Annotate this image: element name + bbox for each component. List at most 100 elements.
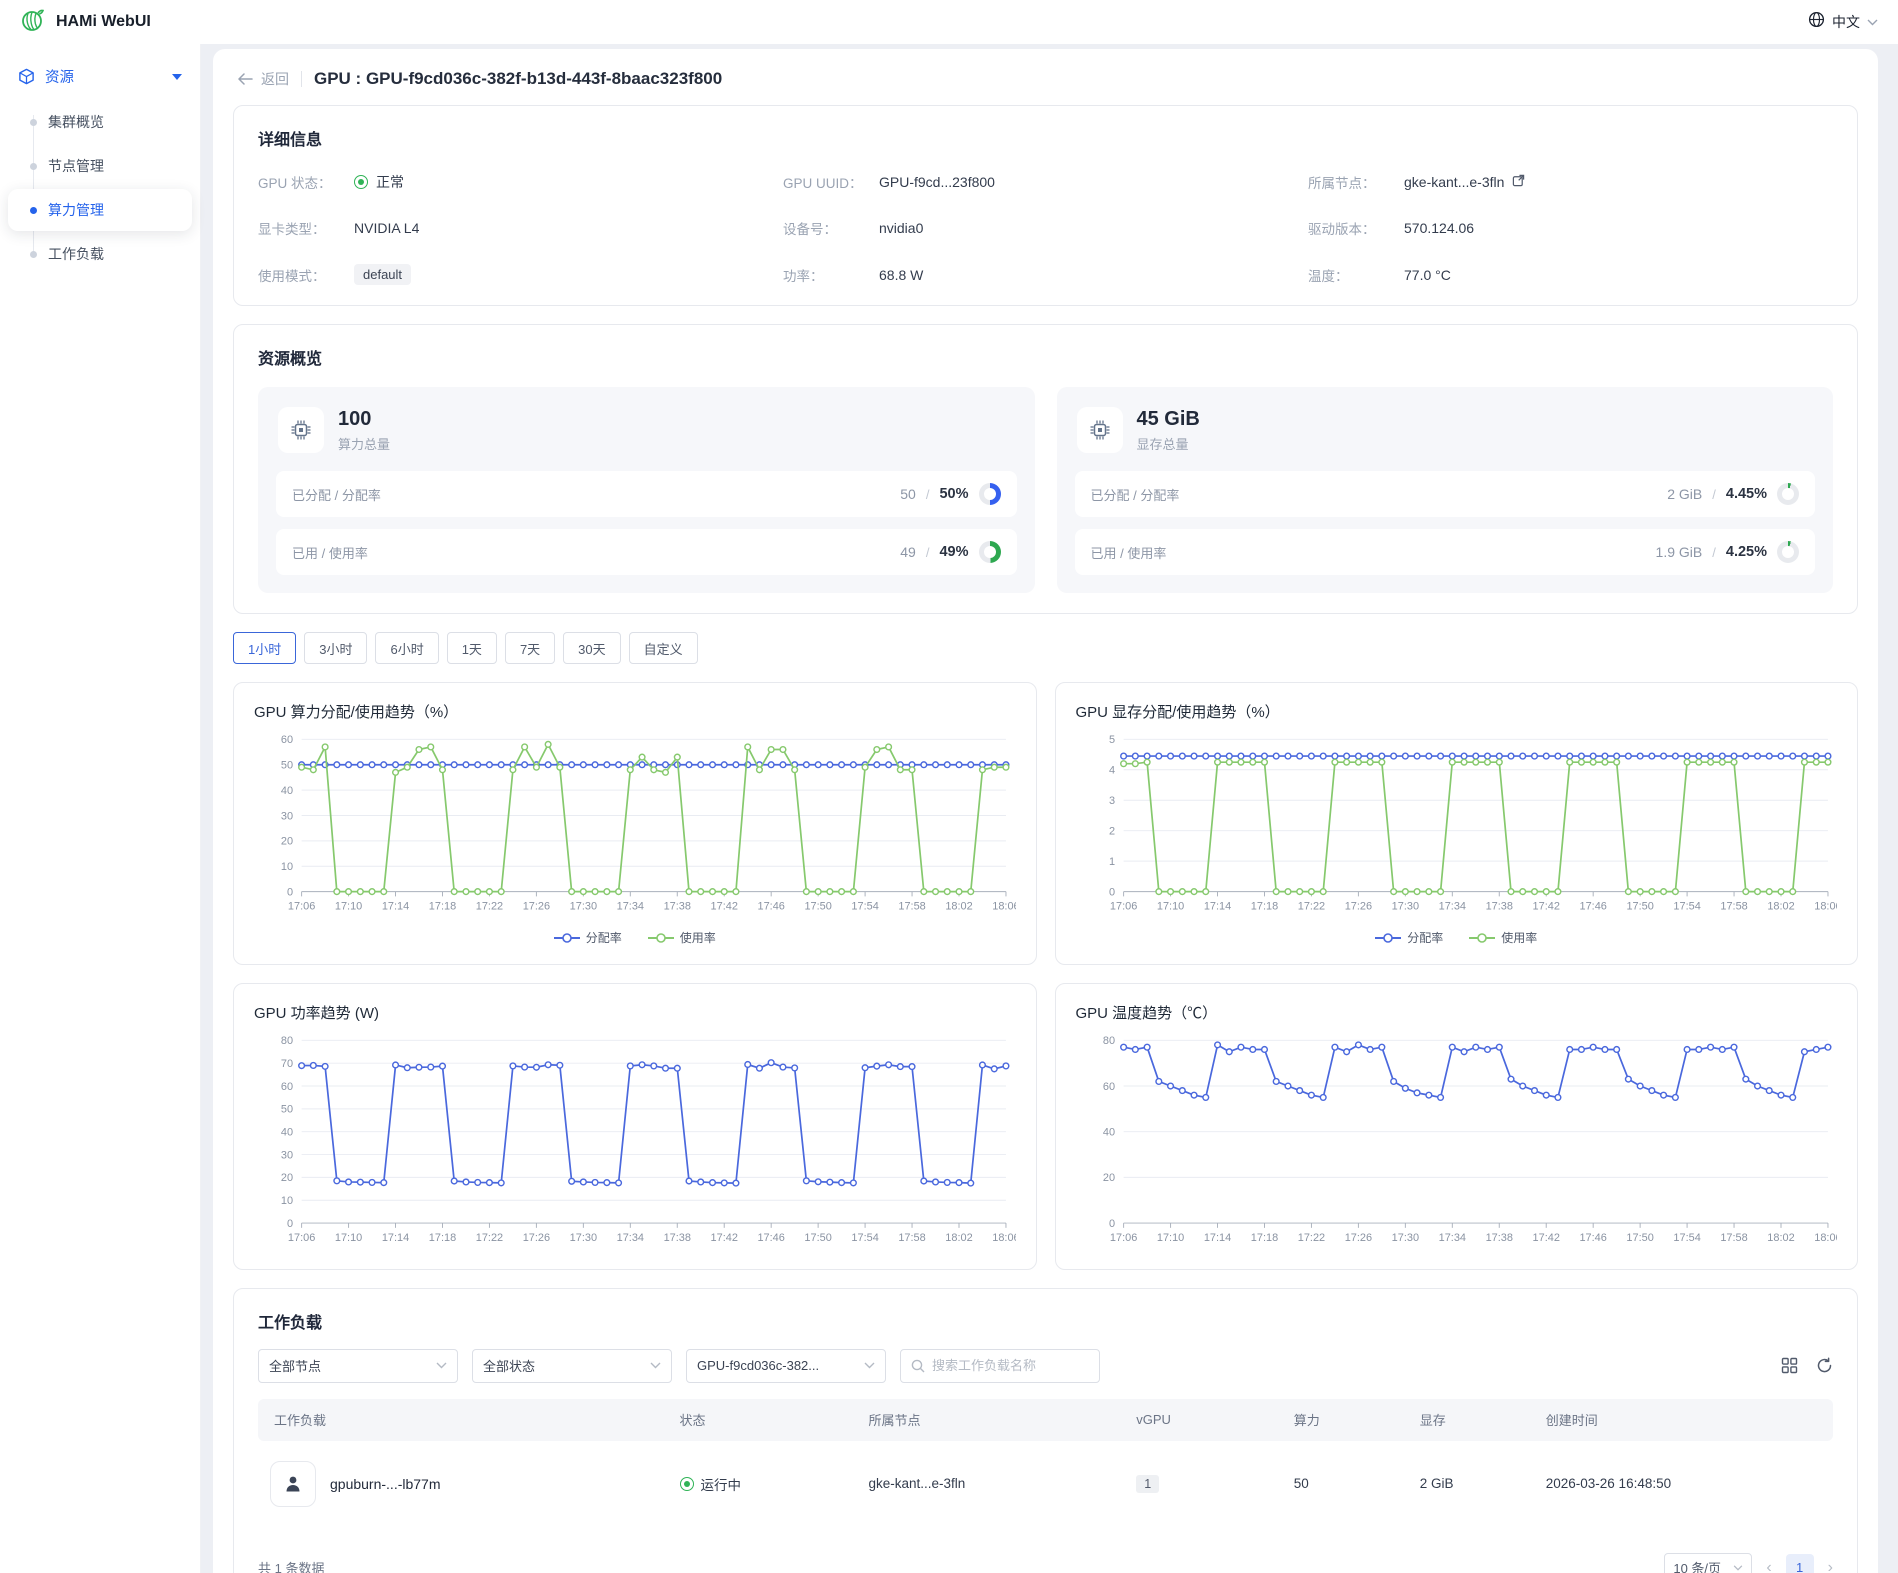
metric-value-group: 1.9 GiB/4.25%: [1656, 541, 1799, 563]
svg-text:0: 0: [1108, 1218, 1114, 1230]
next-page-button[interactable]: ›: [1828, 1560, 1833, 1573]
svg-text:17:54: 17:54: [851, 901, 878, 913]
refresh-icon[interactable]: [1816, 1357, 1833, 1374]
language-switcher[interactable]: 中文: [1808, 11, 1878, 33]
legend-item-分配率[interactable]: 分配率: [1375, 929, 1443, 946]
svg-text:17:46: 17:46: [1579, 901, 1606, 913]
chevron-down-icon: [436, 1362, 447, 1369]
workload-name[interactable]: gpuburn-...-lb77m: [330, 1476, 441, 1492]
overview-metric-row: 已用 / 使用率49/49%: [276, 529, 1017, 575]
overview-metric-row: 已用 / 使用率 1.9 GiB/4.25%: [1075, 529, 1816, 575]
time-tab-1[interactable]: 1小时: [233, 632, 296, 664]
status-group: 运行中: [680, 1474, 845, 1494]
page-number-1[interactable]: 1: [1786, 1554, 1814, 1573]
sidebar-item-label: 集群概览: [48, 112, 104, 132]
vgpu-cell: 1: [1124, 1441, 1282, 1527]
item-dot-icon: [30, 207, 37, 214]
detail-field: 所属节点：gke-kant...e-3fln: [1308, 172, 1833, 192]
metric-value: 50: [900, 486, 916, 502]
field-value: 77.0 °C: [1404, 267, 1451, 283]
svg-text:17:38: 17:38: [664, 901, 691, 913]
gpu-filter-value: GPU-f9cd036c-382...: [697, 1358, 819, 1373]
field-value: gke-kant...e-3fln: [1404, 174, 1525, 190]
table-toolbar: [1781, 1357, 1833, 1374]
table-row[interactable]: gpuburn-...-lb77m运行中gke-kant...e-3fln150…: [258, 1441, 1833, 1527]
svg-text:1: 1: [1108, 856, 1114, 868]
time-tab-7[interactable]: 自定义: [629, 632, 698, 664]
header-divider: [301, 71, 302, 87]
svg-text:17:26: 17:26: [523, 901, 550, 913]
svg-text:17:50: 17:50: [1626, 901, 1653, 913]
brand: HAMi WebUI: [20, 7, 151, 38]
column-settings-icon[interactable]: [1781, 1357, 1798, 1374]
sidebar-item-1[interactable]: 集群概览: [8, 101, 192, 143]
svg-text:18:02: 18:02: [945, 901, 972, 913]
time-tab-6[interactable]: 30天: [563, 632, 620, 664]
value-separator: /: [926, 487, 930, 502]
back-button[interactable]: 返回: [237, 69, 289, 89]
status-ok-icon: [354, 175, 368, 189]
time-tab-5[interactable]: 7天: [505, 632, 555, 664]
field-text: NVIDIA L4: [354, 220, 419, 236]
legend-item-使用率[interactable]: 使用率: [648, 929, 716, 946]
total-value: 100: [338, 408, 390, 431]
svg-text:17:30: 17:30: [570, 901, 597, 913]
svg-text:30: 30: [281, 1149, 293, 1161]
svg-text:30: 30: [281, 810, 293, 822]
sidebar-section-resources[interactable]: 资源: [0, 54, 200, 99]
detail-field: 功率：68.8 W: [783, 264, 1308, 285]
sidebar-item-3[interactable]: 算力管理: [8, 189, 192, 231]
svg-text:17:22: 17:22: [476, 1232, 503, 1244]
svg-text:80: 80: [1102, 1035, 1114, 1047]
node-filter-select[interactable]: 全部节点: [258, 1349, 458, 1383]
time-tab-3[interactable]: 6小时: [375, 632, 438, 664]
svg-text:17:42: 17:42: [711, 1232, 738, 1244]
time-tab-4[interactable]: 1天: [447, 632, 497, 664]
back-label: 返回: [261, 69, 289, 89]
legend-item-分配率[interactable]: 分配率: [554, 929, 622, 946]
chart-plot: 02040608017:0617:1017:1417:1817:2217:261…: [1076, 1027, 1838, 1254]
field-label: GPU 状态：: [258, 172, 354, 192]
overview-card-title: 资源概览: [258, 345, 1833, 369]
page-size-select[interactable]: 10 条/页: [1664, 1553, 1752, 1573]
detail-card: 详细信息 GPU 状态：正常GPU UUID：GPU-f9cd...23f800…: [233, 105, 1858, 306]
svg-text:2: 2: [1108, 826, 1114, 838]
total-label: 显存总量: [1137, 434, 1200, 453]
created-cell: 2026-03-26 16:48:50: [1534, 1441, 1833, 1527]
status-filter-select[interactable]: 全部状态: [472, 1349, 672, 1383]
svg-text:50: 50: [281, 1104, 293, 1116]
node-filter-value: 全部节点: [269, 1356, 321, 1375]
legend-item-使用率[interactable]: 使用率: [1469, 929, 1537, 946]
time-tab-2[interactable]: 3小时: [304, 632, 367, 664]
gpu-filter-select[interactable]: GPU-f9cd036c-382...: [686, 1349, 886, 1383]
chart-title: GPU 显存分配/使用趋势（%）: [1076, 701, 1838, 722]
svg-text:17:46: 17:46: [757, 901, 784, 913]
detail-field: 温度：77.0 °C: [1308, 264, 1833, 285]
svg-text:17:58: 17:58: [1720, 1232, 1747, 1244]
svg-text:20: 20: [281, 1172, 293, 1184]
field-text: GPU-f9cd...23f800: [879, 174, 995, 190]
node-link-text[interactable]: gke-kant...e-3fln: [1404, 174, 1504, 190]
total-value: 45 GiB: [1137, 408, 1200, 431]
sidebar-item-2[interactable]: 节点管理: [8, 145, 192, 187]
metric-value: 2 GiB: [1667, 486, 1702, 502]
svg-text:17:26: 17:26: [1344, 901, 1371, 913]
detail-field: GPU UUID：GPU-f9cd...23f800: [783, 172, 1308, 192]
detail-field: 设备号：nvidia0: [783, 218, 1308, 238]
workload-search-input[interactable]: [932, 1358, 1082, 1373]
metric-label: 已分配 / 分配率: [1091, 485, 1180, 504]
svg-text:17:10: 17:10: [1156, 901, 1183, 913]
external-link-icon[interactable]: [1512, 174, 1525, 190]
overview-totals: 45 GiB 显存总量: [1137, 408, 1200, 453]
workloads-table: 工作负载状态所属节点vGPU算力显存创建时间 gpuburn-...-lb77m…: [258, 1399, 1833, 1527]
svg-text:17:42: 17:42: [711, 901, 738, 913]
prev-page-button[interactable]: ‹: [1766, 1560, 1771, 1573]
svg-text:17:58: 17:58: [898, 1232, 925, 1244]
svg-text:18:06: 18:06: [992, 1232, 1015, 1244]
content-area: 返回 GPU : GPU-f9cd036c-382f-b13d-443f-8ba…: [201, 44, 1898, 1573]
sidebar-item-4[interactable]: 工作负载: [8, 233, 192, 275]
metric-label: 已用 / 使用率: [1091, 543, 1167, 562]
svg-text:17:22: 17:22: [476, 901, 503, 913]
sidebar-item-label: 算力管理: [48, 200, 104, 220]
field-label: 使用模式：: [258, 265, 354, 285]
